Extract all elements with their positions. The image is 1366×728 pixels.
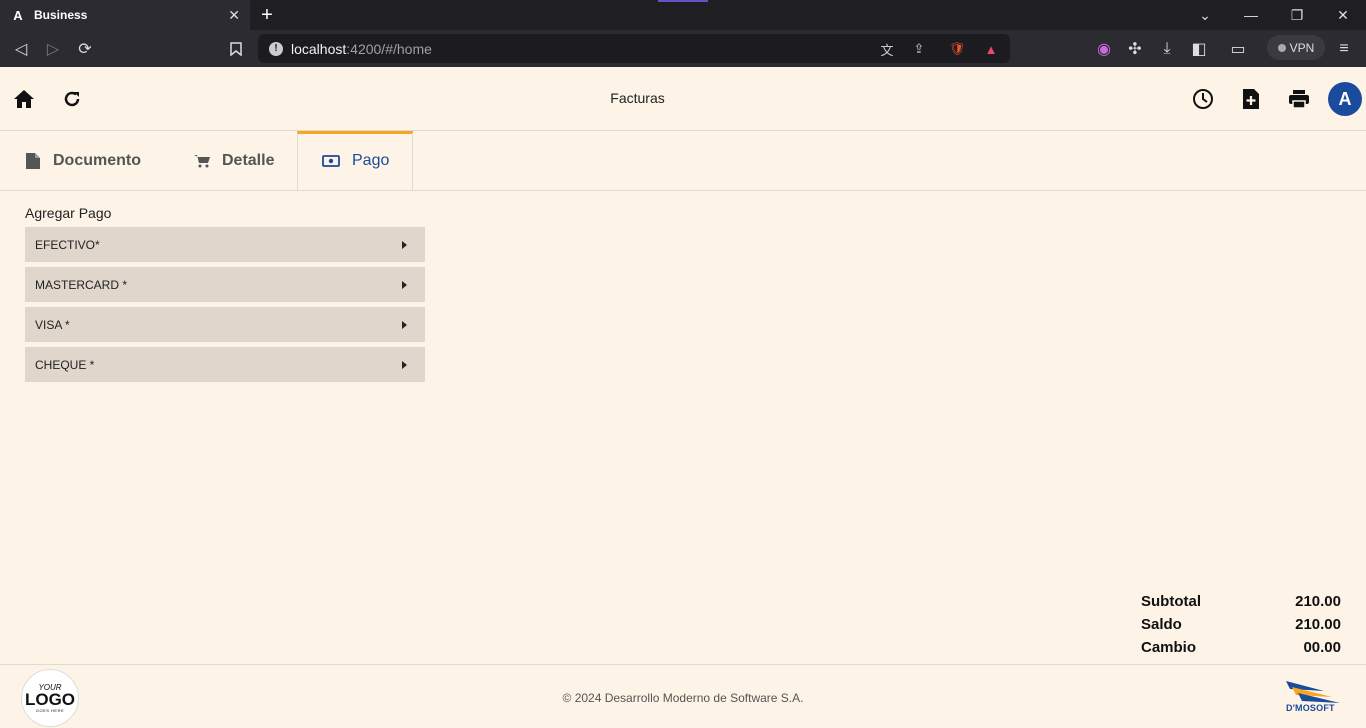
browser-toolbar: ◁ ▷ ⟳ ! localhost:4200/#/home 文 ⇪ 🛡 ▲ ◉ … bbox=[0, 30, 1366, 67]
add-payment-label: Agregar Pago bbox=[25, 205, 112, 221]
restore-window-button[interactable]: ❐ bbox=[1274, 0, 1320, 30]
vpn-status-icon bbox=[1277, 43, 1286, 52]
address-bar[interactable]: ! localhost:4200/#/home 文 ⇪ 🛡 ▲ bbox=[258, 34, 1010, 63]
payment-method-mastercard[interactable]: MASTERCARD * bbox=[25, 267, 425, 302]
total-value: 210.00 bbox=[1295, 593, 1341, 610]
reload-button[interactable]: ⟳ bbox=[72, 36, 98, 62]
wallet-extension-icon[interactable]: ◉ bbox=[1091, 36, 1117, 62]
share-icon[interactable]: ⇪ bbox=[910, 40, 928, 58]
expand-caret-icon bbox=[402, 240, 407, 249]
app-header: Facturas A bbox=[0, 67, 1366, 131]
document-icon bbox=[26, 153, 40, 169]
expand-caret-icon bbox=[402, 360, 407, 369]
brave-rewards-icon[interactable]: ▲ bbox=[982, 40, 1000, 58]
payment-method-label: EFECTIVO* bbox=[35, 237, 100, 252]
brave-shields-icon[interactable]: 🛡 bbox=[948, 40, 966, 58]
print-button[interactable] bbox=[1283, 83, 1315, 115]
browser-tab[interactable]: A Business ✕ bbox=[0, 0, 250, 30]
tab-indicator bbox=[658, 0, 708, 2]
close-tab-icon[interactable]: ✕ bbox=[228, 7, 240, 24]
vpn-button[interactable]: VPN bbox=[1267, 35, 1325, 60]
payment-method-visa[interactable]: VISA * bbox=[25, 307, 425, 342]
extensions-icon[interactable]: ✣ bbox=[1122, 36, 1148, 62]
browser-tab-strip: A Business ✕ + ⌄ — ❐ ✕ bbox=[0, 0, 1366, 30]
new-tab-button[interactable]: + bbox=[254, 2, 280, 28]
total-label: Saldo bbox=[1141, 616, 1182, 633]
total-row-subtotal: Subtotal 210.00 bbox=[1141, 590, 1341, 613]
clock-icon bbox=[1193, 89, 1213, 109]
file-plus-icon bbox=[1243, 89, 1259, 109]
copyright-text: © 2024 Desarrollo Moderno de Software S.… bbox=[562, 691, 804, 705]
app-footer: YOUR LOGO GOES HERE © 2024 Desarrollo Mo… bbox=[0, 664, 1366, 728]
section-tabs: Documento Detalle Pago bbox=[0, 131, 1366, 191]
cart-icon bbox=[194, 155, 210, 168]
close-window-button[interactable]: ✕ bbox=[1320, 0, 1366, 30]
tab-detalle[interactable]: Detalle bbox=[194, 131, 294, 191]
back-button[interactable]: ◁ bbox=[8, 36, 34, 62]
printer-icon bbox=[1289, 90, 1309, 109]
bookmark-icon[interactable] bbox=[223, 36, 249, 62]
total-row-saldo: Saldo 210.00 bbox=[1141, 613, 1341, 636]
url-text: localhost:4200/#/home bbox=[291, 40, 432, 57]
tab-pago[interactable]: Pago bbox=[297, 131, 413, 191]
history-button[interactable] bbox=[1187, 83, 1219, 115]
new-document-button[interactable] bbox=[1235, 83, 1267, 115]
payment-method-efectivo[interactable]: EFECTIVO* bbox=[25, 227, 425, 262]
sidebar-icon[interactable]: ◧ bbox=[1186, 36, 1212, 62]
wallet-icon[interactable]: ▭ bbox=[1225, 36, 1251, 62]
forward-button[interactable]: ▷ bbox=[40, 36, 66, 62]
money-icon bbox=[322, 155, 340, 167]
total-value: 210.00 bbox=[1295, 616, 1341, 633]
payment-method-label: VISA * bbox=[35, 317, 70, 332]
payment-method-label: MASTERCARD * bbox=[35, 277, 128, 292]
dmosoft-logo: D'MOSOFT bbox=[1284, 677, 1344, 715]
total-label: Cambio bbox=[1141, 639, 1197, 656]
total-row-cambio: Cambio 00.00 bbox=[1141, 636, 1341, 659]
payment-method-list: EFECTIVO* MASTERCARD * VISA * CHEQUE * bbox=[25, 227, 425, 387]
translate-icon[interactable]: 文 bbox=[878, 40, 896, 58]
site-info-icon[interactable]: ! bbox=[269, 41, 283, 56]
user-avatar[interactable]: A bbox=[1328, 82, 1362, 116]
tab-label: Detalle bbox=[222, 152, 275, 169]
expand-caret-icon bbox=[402, 280, 407, 289]
total-value: 00.00 bbox=[1303, 639, 1341, 656]
tab-search-chevron-icon[interactable]: ⌄ bbox=[1182, 0, 1228, 30]
tab-label: Pago bbox=[352, 152, 390, 169]
expand-caret-icon bbox=[402, 320, 407, 329]
angular-favicon-icon: A bbox=[13, 7, 23, 23]
minimize-window-button[interactable]: — bbox=[1228, 0, 1274, 30]
browser-tab-title: Business bbox=[34, 8, 88, 22]
menu-icon[interactable]: ≡ bbox=[1331, 36, 1357, 62]
downloads-icon[interactable]: ⤓ bbox=[1154, 36, 1180, 62]
tab-documento[interactable]: Documento bbox=[25, 131, 165, 191]
page-title: Facturas bbox=[610, 90, 665, 106]
payment-method-cheque[interactable]: CHEQUE * bbox=[25, 347, 425, 382]
totals-panel: Subtotal 210.00 Saldo 210.00 Cambio 00.0… bbox=[1141, 590, 1341, 659]
payment-method-label: CHEQUE * bbox=[35, 357, 95, 372]
vpn-label: VPN bbox=[1289, 40, 1315, 55]
tab-label: Documento bbox=[53, 152, 141, 169]
total-label: Subtotal bbox=[1141, 593, 1201, 610]
